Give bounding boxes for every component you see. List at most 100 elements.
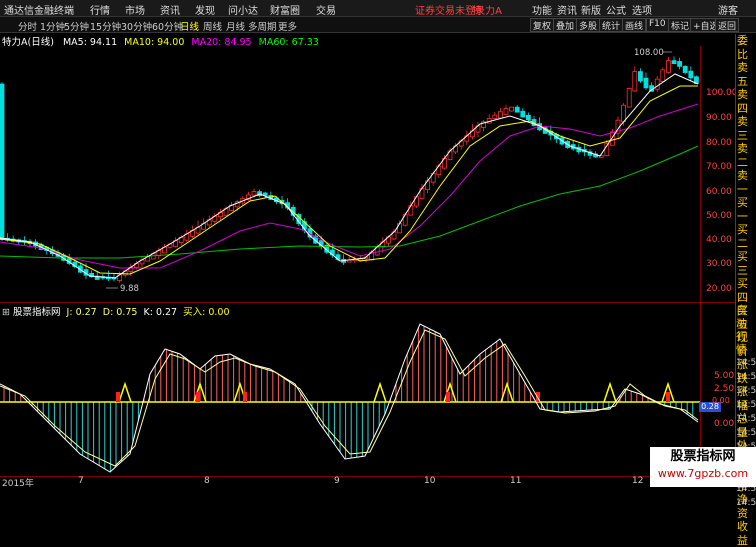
date-axis xyxy=(0,476,700,488)
buy-signal-triangle xyxy=(118,381,132,403)
price-axis-label: 40.00 xyxy=(706,235,732,245)
menu-item[interactable]: 问小达 xyxy=(228,2,258,17)
candle xyxy=(638,71,643,82)
auto-label[interactable]: 自动 xyxy=(736,304,756,330)
watermark-url: www.7gpzb.com xyxy=(657,467,749,480)
tick-time: 14:50 xyxy=(736,428,756,438)
candle xyxy=(514,106,520,113)
stock-name: 特 力A xyxy=(472,6,503,17)
quote-field-label: 卖五 xyxy=(737,61,748,88)
period-tab[interactable]: 1分钟 xyxy=(40,19,65,33)
ma60-line xyxy=(0,145,699,259)
period-tab[interactable]: 60分钟 xyxy=(152,19,183,33)
right-menu-item[interactable]: 新版 xyxy=(581,2,601,17)
period-tab[interactable]: 日线 xyxy=(180,19,199,33)
period-tab[interactable]: 周线 xyxy=(203,19,222,33)
kline-chart[interactable]: 108.00 9.88 xyxy=(0,46,700,301)
menu-item[interactable]: 行情 xyxy=(90,2,110,17)
price-axis-label: 80.00 xyxy=(706,138,732,148)
toolbar-button[interactable]: 标记 xyxy=(668,18,693,32)
menu-item[interactable]: 交易 xyxy=(316,2,336,17)
candle xyxy=(654,78,660,90)
tick-time: 14:50 xyxy=(736,372,756,382)
quote-panel: 委比卖五卖四卖三卖二卖一买一买二买三买四买五现价涨跌涨幅总量外盘换手净资收益 xyxy=(735,34,756,547)
panel-separator xyxy=(0,302,735,303)
quote-field-label: 收益 xyxy=(737,520,748,547)
candle xyxy=(503,108,509,115)
right-menu-item[interactable]: 公式 xyxy=(606,2,626,17)
candle xyxy=(626,88,632,108)
tick-time: 14:50 xyxy=(736,358,756,368)
buy-signal-bar xyxy=(196,392,200,402)
price-axis-label: 50.00 xyxy=(706,211,732,221)
candle xyxy=(492,114,498,119)
price-axis-label: 90.00 xyxy=(706,113,732,123)
date-axis-label: 9 xyxy=(334,476,340,486)
candle xyxy=(671,60,677,65)
menu-item[interactable]: 市场 xyxy=(125,2,145,17)
indicator-axis-label: 0.00 xyxy=(714,419,735,429)
tick-time: 14:50 xyxy=(736,414,756,424)
quote-label[interactable]: 行情 xyxy=(736,330,756,356)
right-menu-item[interactable]: 选项 xyxy=(632,2,652,17)
period-tab[interactable]: 15分钟 xyxy=(90,19,121,33)
menu-item[interactable]: 发现 xyxy=(195,2,215,17)
date-axis-label: 12 xyxy=(632,476,644,486)
date-axis-label: 2015年 xyxy=(2,479,34,489)
date-axis-label: 10 xyxy=(424,476,436,486)
price-axis-label: 30.00 xyxy=(706,259,732,269)
kdj-indicator-chart[interactable]: 5.00 xyxy=(0,314,700,474)
app-title: 通达信金融终端 xyxy=(4,6,74,17)
period-tab[interactable]: 分时 xyxy=(18,19,37,33)
toolbar-button[interactable]: 画线 xyxy=(622,18,647,32)
candle xyxy=(660,69,666,82)
toolbar-button[interactable]: 统计 xyxy=(599,18,624,32)
buy-signal-bar xyxy=(666,392,670,402)
menu-item[interactable]: 资讯 xyxy=(160,2,180,17)
period-tab[interactable]: 多周期 xyxy=(248,19,277,33)
indicator-axis-label: 5.00 xyxy=(714,371,735,381)
tick-time: 14:50 xyxy=(736,400,756,410)
buy-signal-bar xyxy=(446,392,450,402)
menu-item[interactable]: 财富圈 xyxy=(270,2,300,17)
tick-time: 14:50 xyxy=(736,498,756,508)
right-menu-item[interactable]: 功能 xyxy=(532,2,552,17)
toolbar-button[interactable]: 多股 xyxy=(576,18,601,32)
toolbar-button[interactable]: 叠加 xyxy=(553,18,578,32)
price-axis-label: 20.00 xyxy=(706,284,732,294)
price-axis-label: 70.00 xyxy=(706,162,732,172)
high-price-label: 108.00 xyxy=(634,48,664,58)
quote-field-label: 卖二 xyxy=(737,142,748,169)
right-menu-item[interactable]: 游客 xyxy=(718,2,738,17)
period-tab[interactable]: 30分钟 xyxy=(121,19,152,33)
candle xyxy=(509,106,515,112)
period-tab[interactable]: 更多 xyxy=(278,19,297,33)
quote-field-label: 卖三 xyxy=(737,115,748,142)
period-toolbar: 分时 1分钟 5分钟 15分钟 30分钟 60分钟 日线 周线 月线 多周期 更多 复权 叠加 多股 统计… xyxy=(0,17,756,33)
toolbar-button[interactable]: F10 xyxy=(646,18,669,32)
buy-signal-triangle xyxy=(603,381,617,403)
candle xyxy=(0,83,5,240)
period-tab[interactable]: 5分钟 xyxy=(64,19,89,33)
candle xyxy=(497,111,503,119)
low-price-label: 9.88 xyxy=(120,284,139,294)
candle xyxy=(643,77,649,89)
period-tab[interactable]: 月线 xyxy=(226,19,245,33)
quote-field-label: 买四 xyxy=(737,277,748,304)
tick-time: 14:50 xyxy=(736,386,756,396)
right-menu-item[interactable]: 资讯 xyxy=(557,2,577,17)
candle xyxy=(526,114,531,121)
quote-field-label: 委比 xyxy=(737,34,748,61)
watermark-logo: 股票指标网 www.7gpzb.com xyxy=(650,447,756,487)
date-axis-label: 8 xyxy=(204,476,210,486)
indicator-zero-marker: 0.00 xyxy=(712,396,730,405)
toolbar-button[interactable]: 复权 xyxy=(530,18,555,32)
title-bar: 通达信金融终端 行情 市场 资讯 发现 问小达 财富圈 交易 证券交易未登录 特 力A 功能… xyxy=(0,0,756,17)
quote-field-label: 买二 xyxy=(737,223,748,250)
quote-field-label: 买一 xyxy=(737,196,748,223)
buy-signal-triangle xyxy=(373,381,387,403)
candle xyxy=(520,110,526,118)
ma20-line xyxy=(0,103,699,269)
candle xyxy=(666,60,671,73)
toolbar-button[interactable]: 返回 xyxy=(715,18,740,32)
